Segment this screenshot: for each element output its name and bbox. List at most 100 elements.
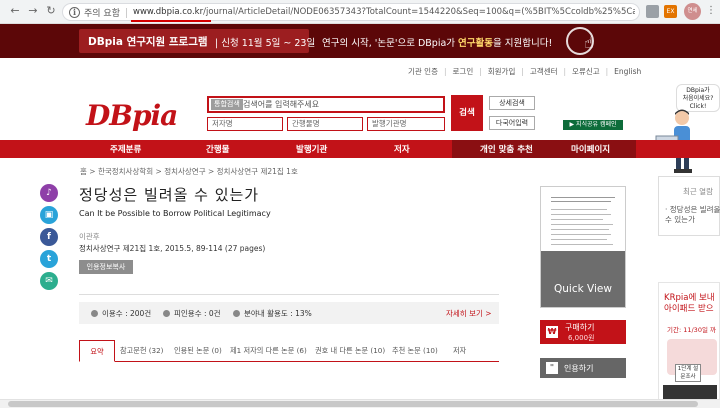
hand-pointer-icon: ☝ — [584, 33, 594, 52]
help-bubble-line1: DBpia가 — [686, 87, 710, 94]
mail-icon[interactable]: ✉ — [40, 272, 58, 290]
divider: | — [479, 67, 482, 76]
browser-toolbar: ← → ↻ i 주의 요함 www.dbpia.co.kr/journal/Ar… — [0, 0, 720, 24]
purchase-button[interactable]: ₩ 구매하기 6,000원 — [540, 320, 626, 344]
url-path: /journal/ArticleDetail/NODE06357343?Tota… — [203, 7, 635, 17]
divider: | — [443, 67, 447, 76]
campaign-badge[interactable]: ▶ 지식공유 캠페인 — [563, 120, 623, 130]
author-field[interactable]: 저자명 — [207, 117, 283, 131]
back-icon[interactable]: ← — [8, 4, 22, 18]
preview-text-line — [551, 224, 613, 225]
logo-db: DB — [86, 99, 133, 132]
reload-icon[interactable]: ↻ — [44, 4, 58, 18]
url-highlight-mark — [131, 20, 211, 22]
bell-icon[interactable]: ♪ — [40, 184, 58, 202]
cart-icon: ₩ — [546, 326, 558, 338]
side-ad[interactable]: KRpia에 보내 아이패드 받으 기간: 11/30일 까 1단계 설문조사 — [658, 282, 720, 408]
link-report-error[interactable]: 오류신고 — [572, 67, 600, 76]
quick-view-label[interactable]: Quick View — [541, 283, 625, 295]
cite-button[interactable]: " 인용하기 — [540, 358, 626, 378]
link-login[interactable]: 로그인 — [453, 67, 474, 76]
ad-button[interactable] — [663, 385, 717, 399]
tab-references[interactable]: 참고문헌 (32) — [120, 340, 164, 362]
tab-cited-by[interactable]: 인용된 논문 (0) — [174, 340, 222, 362]
ad-line3: 기간: 11/30일 까 — [667, 326, 716, 334]
twitter-icon[interactable]: t — [40, 250, 58, 268]
nav-recommend[interactable]: 개인 맞춤 추천 — [480, 143, 533, 155]
search-input[interactable]: 통합검색 검색어를 입력해주세요 — [207, 96, 445, 113]
usage-stats-bar: 이용수 : 200건 피인용수 : 0건 분야내 활용도 : 13% 자세히 보… — [79, 302, 499, 324]
recent-viewed-panel: 최근 열람 · 정당성은 빌려올 수 있는가 — [658, 176, 720, 236]
article-title: 정당성은 빌려올 수 있는가 — [79, 186, 260, 204]
divider — [126, 8, 127, 18]
extension-icon-3[interactable]: EX — [664, 5, 677, 18]
url-text[interactable]: www.dbpia.co.kr/journal/ArticleDetail/NO… — [133, 7, 635, 17]
dbpia-logo[interactable]: DBpia — [86, 99, 178, 132]
stat-field-usage-text: 분야내 활용도 : 13% — [244, 309, 312, 318]
preview-text-line — [551, 209, 607, 210]
promo-message-highlight: 연구활동 — [458, 38, 494, 49]
stat-field-usage: 분야내 활용도 : 13% — [233, 308, 312, 319]
nav-subject[interactable]: 주제분류 — [110, 143, 141, 155]
advanced-search-button[interactable]: 상세검색 — [489, 96, 535, 110]
preview-text-line — [551, 234, 611, 235]
stat-dot-icon — [233, 310, 240, 317]
nav-publisher[interactable]: 발행기관 — [296, 143, 327, 155]
search-placeholder: 검색어를 입력해주세요 — [243, 100, 320, 109]
article-author[interactable]: 이관후 — [79, 231, 100, 242]
preview-overlay — [541, 251, 625, 307]
tab-author[interactable]: 저자 — [453, 340, 466, 362]
stats-more-link[interactable]: 자세히 보기 > — [446, 308, 492, 319]
tab-abstract[interactable]: 요약 — [79, 340, 115, 362]
info-icon[interactable]: i — [69, 7, 80, 18]
profile-avatar[interactable]: 연세 — [684, 3, 701, 20]
purchase-label: 구매하기 — [565, 323, 595, 332]
tab-recommended[interactable]: 추천 논문 (10) — [392, 340, 438, 362]
preview-text-line — [551, 229, 609, 230]
multilingual-input-button[interactable]: 다국어입력 — [489, 116, 535, 130]
url-domain: www.dbpia.co.kr — [133, 7, 204, 17]
nav-mypage[interactable]: 마이페이지 — [571, 143, 610, 155]
breadcrumb[interactable]: 홈 > 한국정치사상학회 > 정치사상연구 > 정치사상연구 제21집 1호 — [80, 166, 298, 177]
security-label: 주의 요함 — [84, 9, 120, 19]
publisher-field[interactable]: 발행기관명 — [367, 117, 445, 131]
facebook-icon[interactable]: f — [40, 228, 58, 246]
preview-text-line — [551, 214, 611, 215]
nav-publication[interactable]: 간행물 — [206, 143, 229, 155]
tab-author-papers[interactable]: 제1 저자의 다른 논문 (6) — [230, 340, 307, 362]
forward-icon[interactable]: → — [26, 4, 40, 18]
horizontal-scrollbar[interactable] — [0, 399, 720, 408]
preview-text-line — [551, 219, 603, 220]
link-signup[interactable]: 회원가입 — [488, 67, 516, 76]
article-title-english: Can It be Possible to Borrow Political L… — [79, 209, 271, 218]
divider: | — [563, 67, 567, 76]
article-journal-info: 정치사상연구 제21집 1호, 2015.5, 89-114 (27 pages… — [79, 244, 266, 253]
camera-icon[interactable]: ▣ — [40, 206, 58, 224]
link-institution-auth[interactable]: 기관 인증 — [408, 67, 438, 76]
nav-author[interactable]: 저자 — [394, 143, 410, 155]
stat-cited: 피인용수 : 0건 — [163, 308, 221, 319]
extension-icon-1[interactable] — [646, 5, 659, 18]
address-bar[interactable]: i 주의 요함 www.dbpia.co.kr/journal/ArticleD… — [62, 3, 640, 22]
stat-usage: 이용수 : 200건 — [91, 308, 151, 319]
promo-message-post: 을 지원합니다! — [493, 38, 553, 49]
logo-pia: pia — [131, 99, 178, 132]
recent-item[interactable]: · 정당성은 빌려올 수 있는가 — [665, 205, 720, 225]
link-english[interactable]: English — [614, 67, 641, 76]
search-scope-tag[interactable]: 통합검색 — [211, 99, 243, 110]
promo-banner[interactable]: DBpia 연구지원 프로그램 | 신청 11월 5일 ~ 23일 연구의 시작… — [0, 24, 720, 58]
divider — [79, 294, 499, 295]
stat-usage-text: 이용수 : 200건 — [102, 309, 152, 318]
browser-menu-icon[interactable]: ⋮ — [706, 4, 716, 18]
promo-program-box: DBpia 연구지원 프로그램 | 신청 11월 5일 ~ 23일 — [79, 29, 315, 53]
article-tabs: 요약 참고문헌 (32) 인용된 논문 (0) 제1 저자의 다른 논문 (6)… — [79, 340, 499, 362]
stat-dot-icon — [163, 310, 170, 317]
copy-citation-button[interactable]: 인용정보복사 — [79, 260, 133, 274]
promo-title: DBpia 연구지원 프로그램 — [88, 36, 208, 48]
tab-issue-papers[interactable]: 권호 내 다른 논문 (10) — [315, 340, 385, 362]
search-button[interactable]: 검색 — [451, 95, 483, 131]
scrollbar-thumb[interactable] — [8, 401, 698, 407]
link-customer-center[interactable]: 고객센터 — [530, 67, 558, 76]
promo-message: 연구의 시작, '논문'으로 DBpia가 연구활동을 지원합니다! — [322, 35, 552, 49]
publication-field[interactable]: 간행물명 — [287, 117, 363, 131]
